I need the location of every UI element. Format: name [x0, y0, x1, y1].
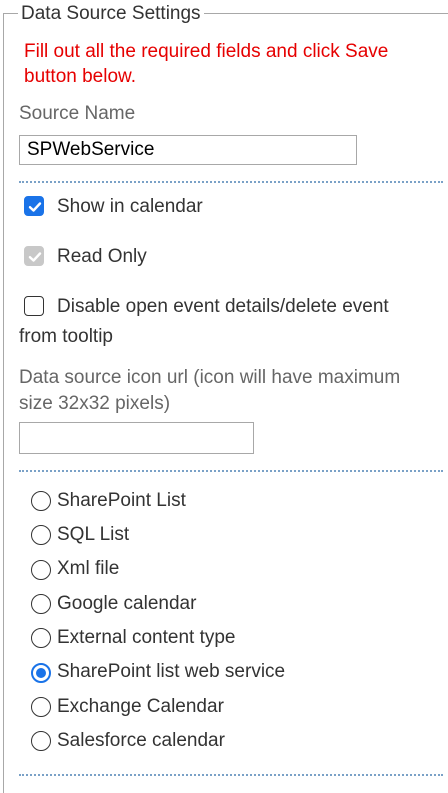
separator	[19, 470, 443, 472]
radio-xml-file[interactable]	[31, 560, 51, 580]
radio-google-calendar[interactable]	[31, 594, 51, 614]
fieldset-legend: Data Source Settings	[18, 2, 204, 26]
show-in-calendar-label[interactable]: Show in calendar	[57, 194, 203, 220]
radio-label-exchange-calendar[interactable]: Exchange Calendar	[57, 694, 224, 720]
radio-external-content-type[interactable]	[31, 628, 51, 648]
disable-event-details-label-continued[interactable]: from tooltip	[19, 324, 113, 350]
read-only-label: Read Only	[57, 246, 147, 267]
radio-label-sharepoint-list-web-service[interactable]: SharePoint list web service	[57, 659, 285, 685]
show-in-calendar-checkbox[interactable]	[24, 196, 44, 216]
checkmark-icon	[28, 252, 42, 262]
radio-sharepoint-list-web-service[interactable]	[31, 663, 51, 683]
radio-salesforce-calendar[interactable]	[31, 731, 51, 751]
radio-exchange-calendar[interactable]	[31, 697, 51, 717]
source-name-input[interactable]	[19, 135, 357, 165]
icon-url-label-continued: size 32x32 pixels)	[19, 393, 171, 414]
radio-label-xml-file[interactable]: Xml file	[57, 556, 119, 582]
radio-label-sql-list[interactable]: SQL List	[57, 522, 129, 548]
icon-url-input[interactable]	[19, 422, 254, 454]
icon-url-label: Data source icon url (icon will have max…	[19, 367, 401, 388]
radio-label-salesforce-calendar[interactable]: Salesforce calendar	[57, 728, 225, 754]
read-only-checkbox	[24, 246, 44, 266]
separator	[19, 774, 443, 776]
disable-event-details-label[interactable]: Disable open event details/delete event	[57, 294, 389, 320]
checkmark-icon	[28, 202, 42, 212]
radio-label-sharepoint-list[interactable]: SharePoint List	[57, 488, 186, 514]
separator	[19, 181, 443, 183]
required-fields-notice: Fill out all the required fields and cli…	[24, 41, 389, 87]
radio-sql-list[interactable]	[31, 525, 51, 545]
source-name-label: Source Name	[19, 103, 136, 124]
radio-sharepoint-list[interactable]	[31, 491, 51, 511]
radio-label-external-content-type[interactable]: External content type	[57, 625, 236, 651]
disable-event-details-checkbox[interactable]	[24, 296, 44, 316]
radio-label-google-calendar[interactable]: Google calendar	[57, 591, 196, 617]
